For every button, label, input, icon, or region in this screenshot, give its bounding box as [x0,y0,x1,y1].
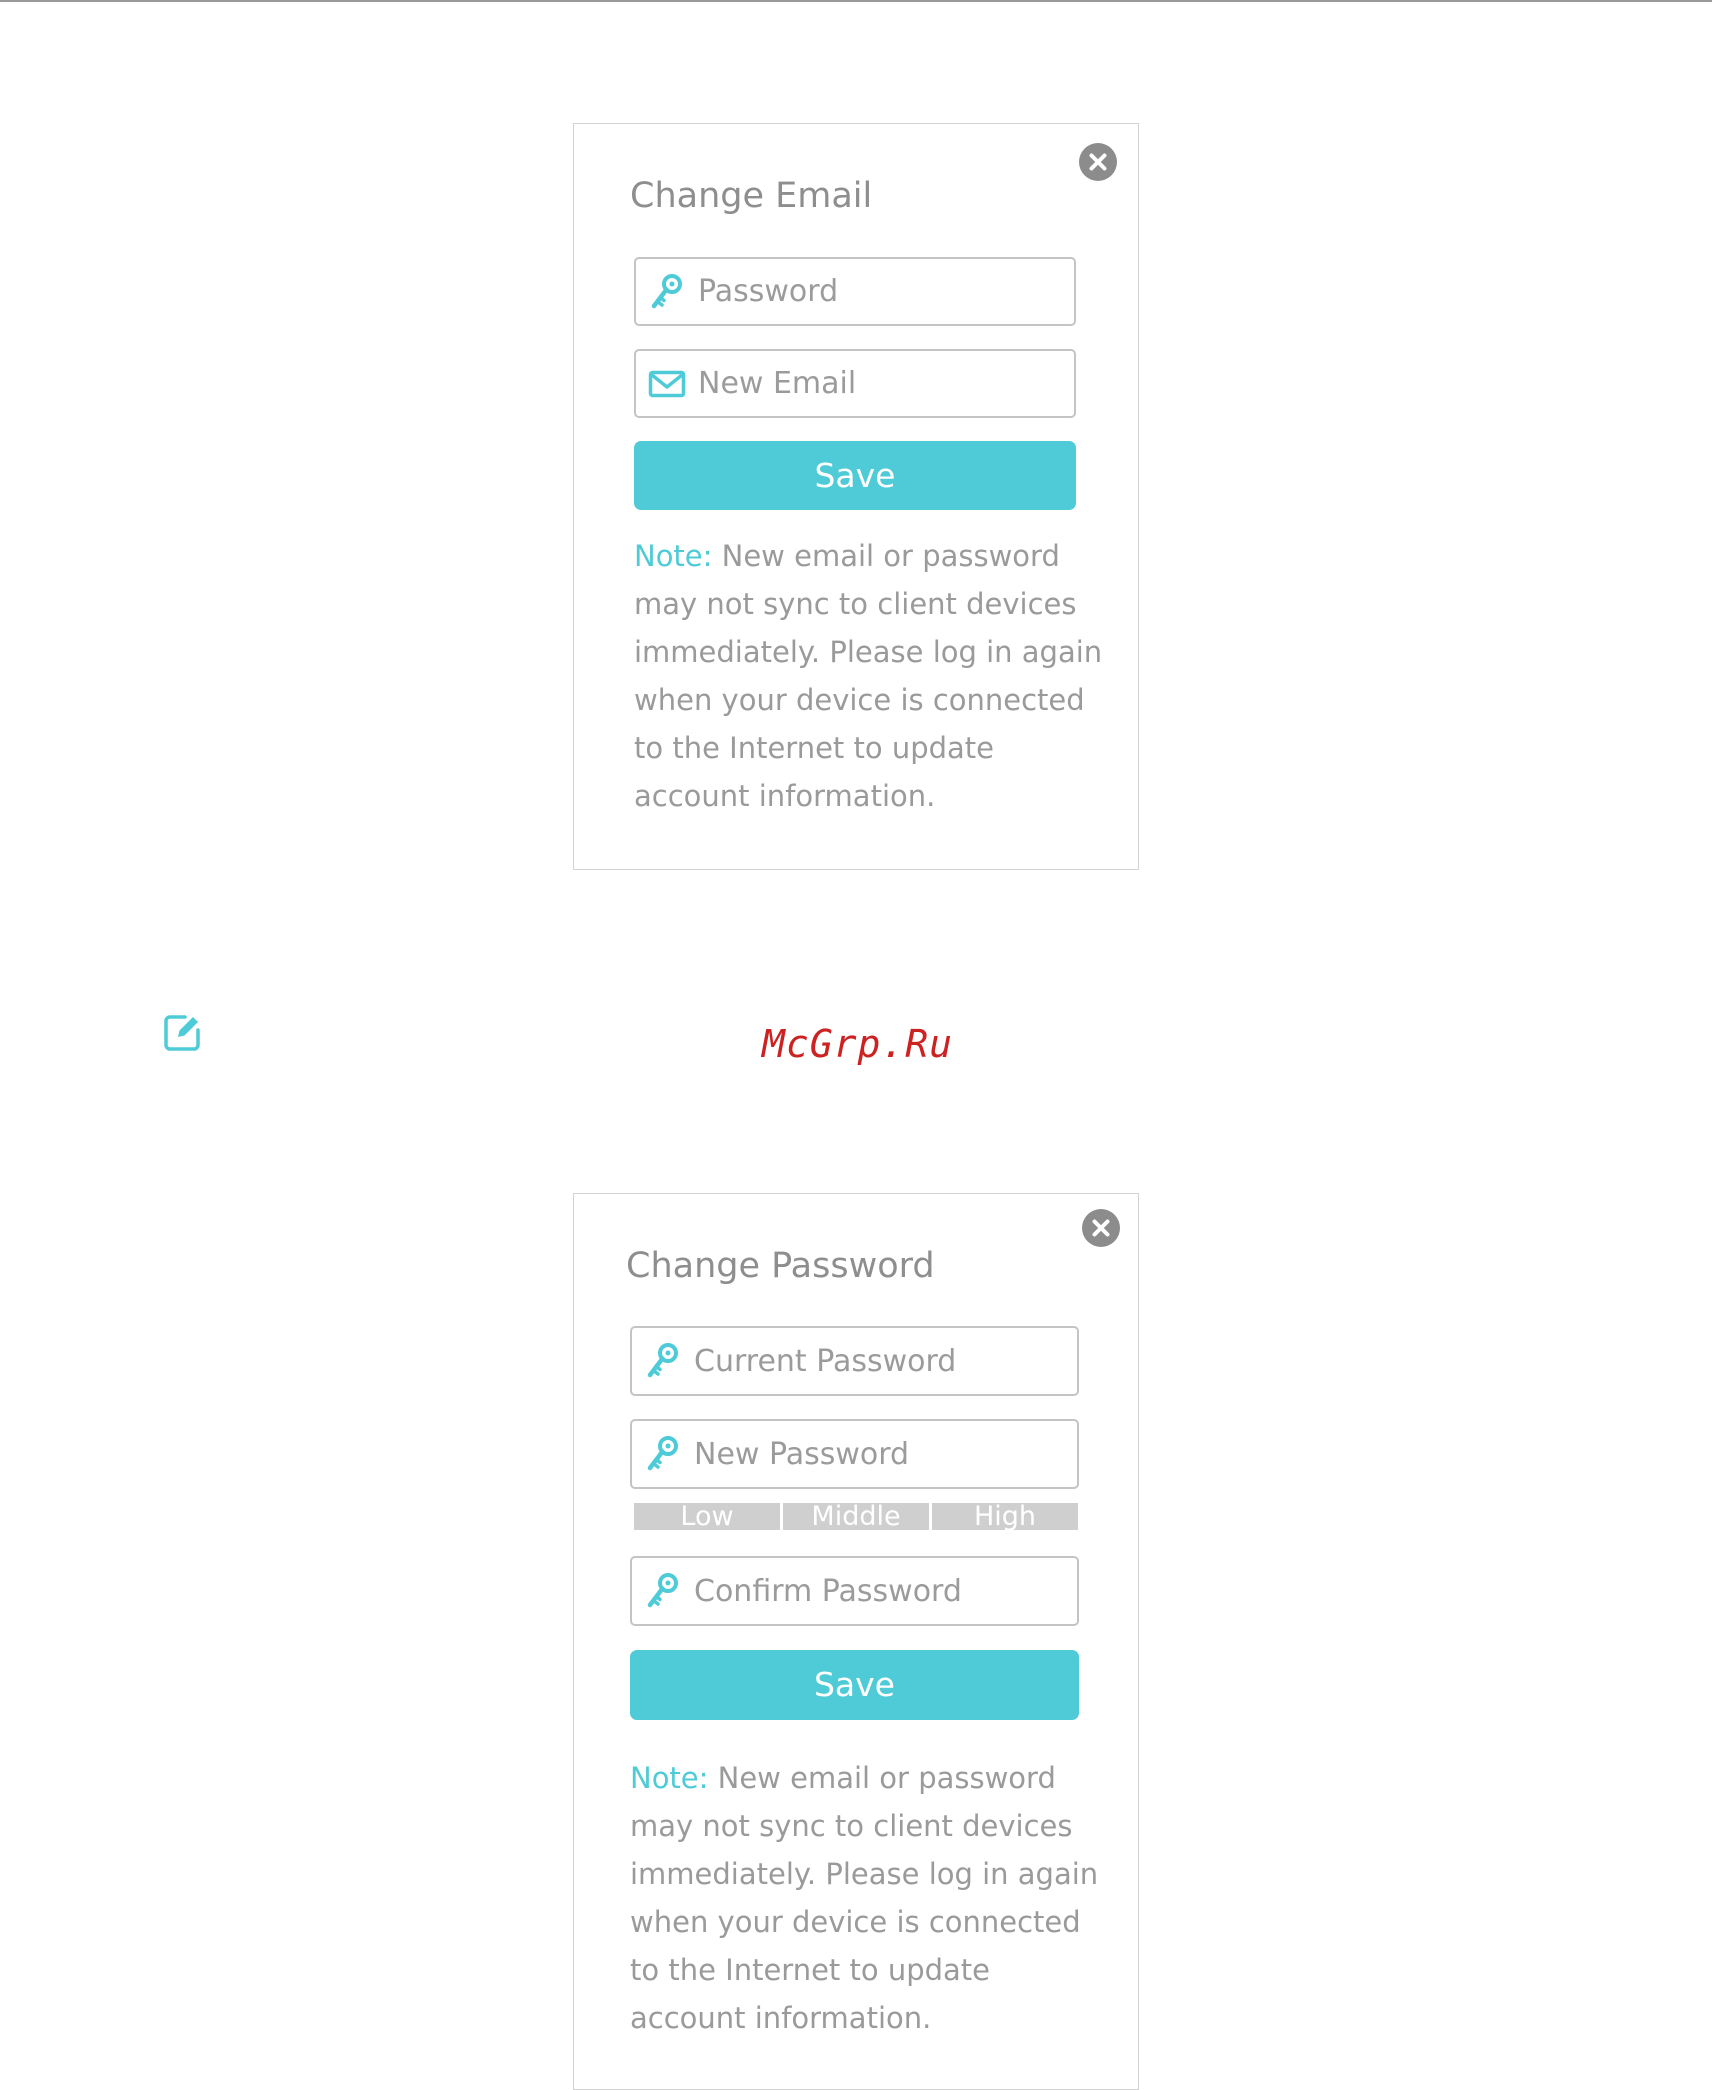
current-password-input[interactable] [682,1328,1077,1394]
new-password-input[interactable] [682,1421,1077,1487]
sync-note: Note: New email or password may not sync… [630,1754,1100,2042]
confirm-password-input[interactable] [682,1558,1077,1624]
key-icon [644,1572,682,1610]
close-icon [1089,153,1107,171]
note-line: may not sync to client devices [634,587,1077,621]
note-line: to the Internet to update [634,731,995,765]
new-email-field[interactable] [634,349,1076,418]
note-label: Note: [634,539,713,573]
close-icon [1092,1219,1110,1237]
current-password-field[interactable] [630,1326,1079,1396]
strength-middle: Middle [780,1503,929,1530]
sync-note: Note: New email or password may not sync… [634,532,1103,820]
close-button[interactable] [1082,1209,1120,1247]
note-line: account information. [630,2001,932,2035]
key-icon [648,273,686,311]
password-strength-meter: Low Middle High [634,1503,1078,1530]
edit-icon [164,1015,200,1051]
key-icon [644,1435,682,1473]
note-text: New email or password [712,539,1060,573]
dialog-title: Change Email [630,176,873,216]
change-email-dialog: Change Email Save Note: New email or pas… [573,123,1139,870]
confirm-password-field[interactable] [630,1556,1079,1626]
save-button[interactable]: Save [630,1650,1079,1720]
password-field[interactable] [634,257,1076,326]
note-line: immediately. Please log in again [634,635,1103,669]
top-divider [0,0,1712,2]
note-line: Note: New email or password [630,1754,1100,1802]
close-button[interactable] [1079,143,1117,181]
note-line: Note: New email or password [634,532,1094,580]
key-icon [644,1342,682,1380]
note-line: may not sync to client devices [630,1809,1073,1843]
note-line: when your device is connected [630,1905,1081,1939]
new-email-input[interactable] [686,351,1074,416]
new-password-field[interactable] [630,1419,1079,1489]
envelope-icon [648,365,686,403]
save-button[interactable]: Save [634,441,1076,510]
change-password-dialog: Change Password Low Middle High Save Not… [573,1193,1139,2090]
note-label: Note: [630,1761,709,1795]
note-line: account information. [634,779,936,813]
strength-low: Low [634,1503,780,1530]
watermark: McGrp.Ru [762,1022,954,1066]
note-line: immediately. Please log in again [630,1857,1099,1891]
note-line: when your device is connected [634,683,1085,717]
strength-high: High [929,1503,1078,1530]
note-text: New email or password [708,1761,1056,1795]
note-line: to the Internet to update [630,1953,991,1987]
password-input[interactable] [686,259,1074,324]
dialog-title: Change Password [626,1246,935,1286]
